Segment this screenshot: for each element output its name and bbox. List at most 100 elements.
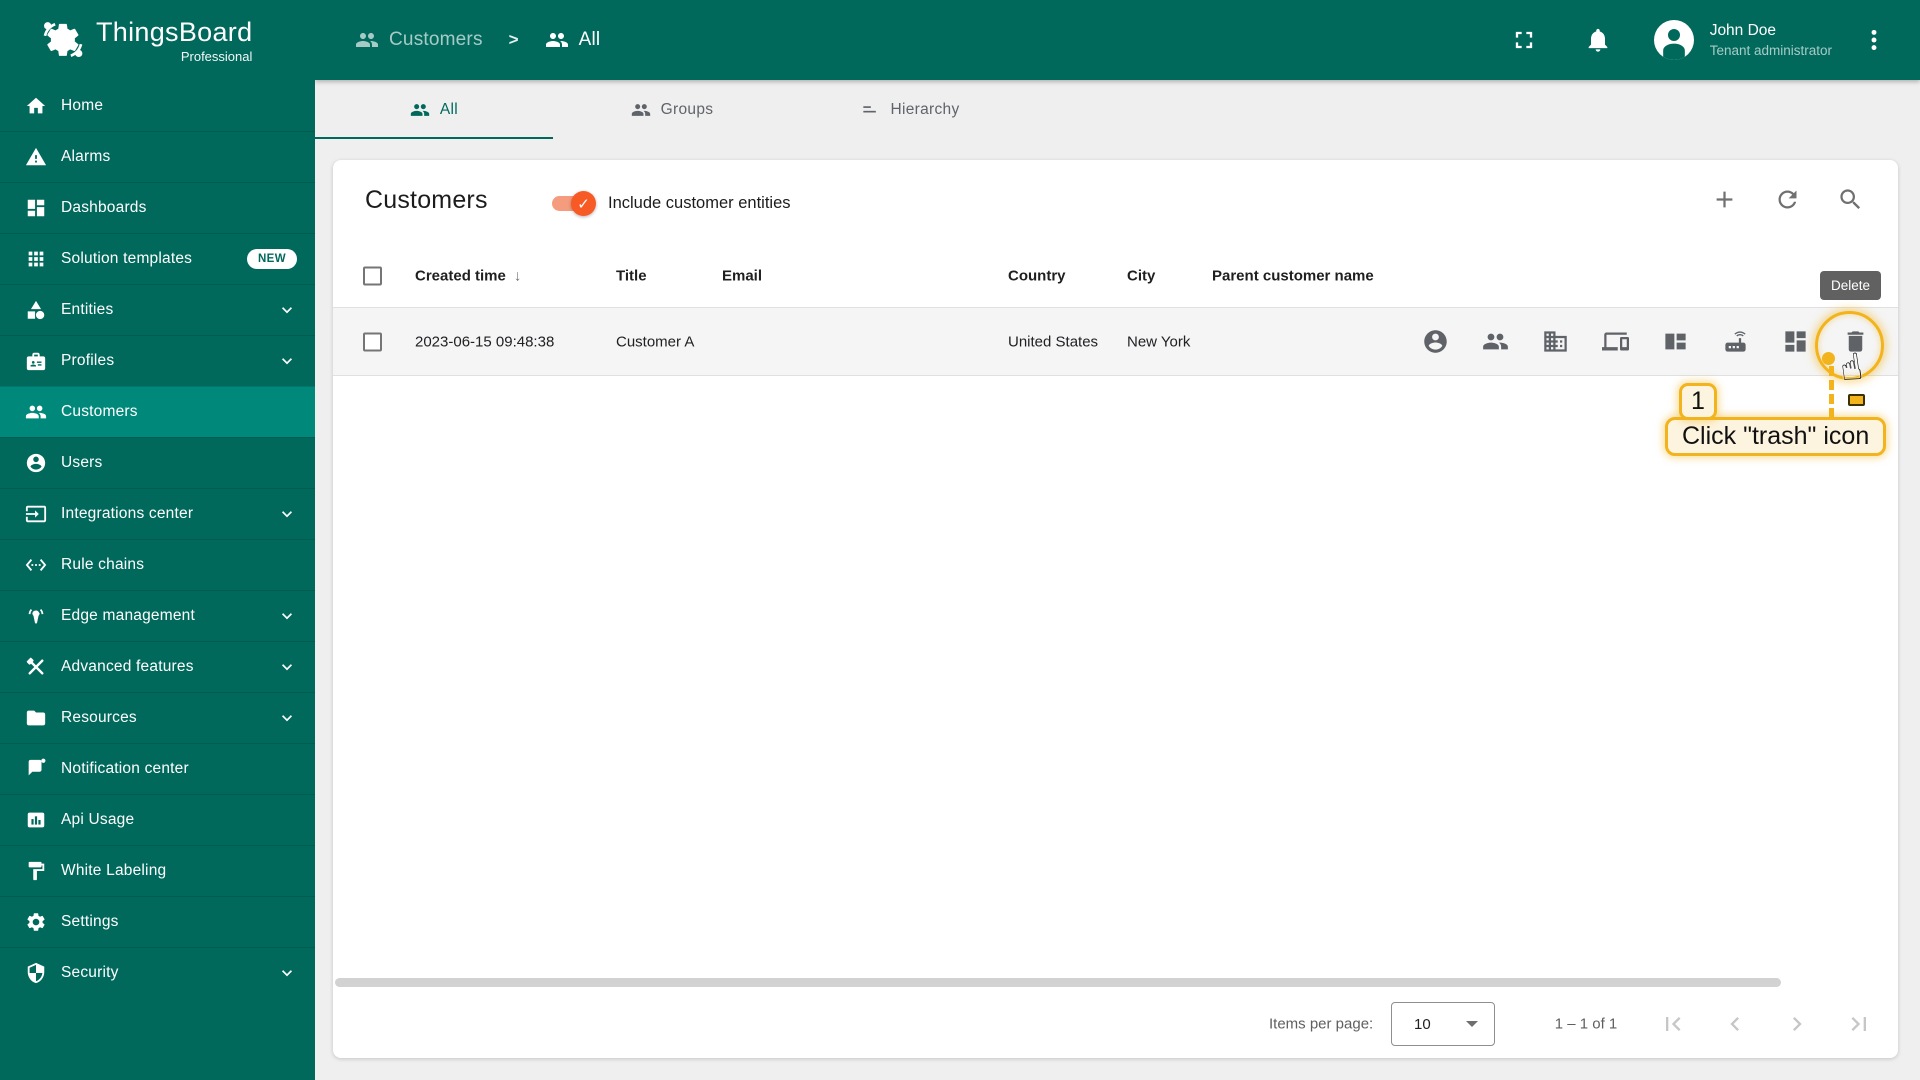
chevron-down-icon (277, 606, 297, 626)
row-checkbox[interactable] (363, 332, 382, 351)
manage-devices-button[interactable] (1602, 328, 1629, 355)
tab-groups[interactable]: Groups (553, 80, 791, 139)
folder-icon (25, 707, 47, 729)
chevron-down-icon (277, 657, 297, 677)
sidebar-item-rule-chains[interactable]: Rule chains (0, 539, 315, 590)
user-avatar[interactable] (1653, 20, 1694, 60)
people-icon (631, 100, 651, 120)
sidebar-item-white-labeling[interactable]: White Labeling (0, 845, 315, 896)
user-name: John Doe (1709, 22, 1777, 39)
thingsboard-logo-icon (40, 17, 86, 63)
mouse-cursor: ☝ (1837, 345, 1865, 406)
sidebar-item-api-usage[interactable]: Api Usage (0, 794, 315, 845)
manage-dashboards-button[interactable] (1782, 328, 1809, 355)
user-info[interactable]: John Doe Tenant administrator (1710, 22, 1832, 58)
sidebar-item-integrations-center[interactable]: Integrations center (0, 488, 315, 539)
breadcrumb-all[interactable]: All (545, 28, 601, 52)
chevron-down-icon (277, 300, 297, 320)
sidebar-item-notification-center[interactable]: Notification center (0, 743, 315, 794)
items-per-page-label: Items per page: (1269, 1015, 1374, 1033)
fullscreen-button[interactable] (1510, 26, 1538, 54)
app-logo[interactable]: ThingsBoard Professional (0, 0, 315, 80)
column-header-created-time[interactable]: Created time ↓ (415, 266, 605, 287)
breadcrumb: Customers > All (315, 28, 1510, 52)
annotation-step-number: 1 (1679, 383, 1717, 420)
router-icon (1725, 331, 1746, 352)
notification-bubble-icon (25, 758, 47, 780)
select-all-checkbox[interactable] (363, 266, 382, 286)
fullscreen-icon (1515, 31, 1532, 49)
more-menu-button[interactable] (1860, 26, 1888, 54)
chevron-down-icon (277, 351, 297, 371)
customers-people-icon (355, 28, 379, 52)
sidebar-item-security[interactable]: Security (0, 947, 315, 998)
column-header-title[interactable]: Title (616, 266, 708, 287)
manage-customer-users-button[interactable] (1422, 328, 1449, 355)
user-role: Tenant administrator (1709, 43, 1832, 58)
toggle-label: Include customer entities (608, 194, 791, 212)
horizontal-scrollbar[interactable] (335, 978, 1781, 987)
select-caret-icon (1466, 1021, 1478, 1027)
manage-edge-instances-button[interactable] (1722, 328, 1749, 355)
notifications-button[interactable] (1584, 26, 1612, 54)
column-header-email[interactable]: Email (722, 266, 972, 287)
sidebar-item-advanced-features[interactable]: Advanced features (0, 641, 315, 692)
last-page-icon (1851, 1017, 1866, 1031)
hierarchy-lines-icon (860, 100, 880, 120)
sort-desc-arrow-icon[interactable]: ↓ (514, 268, 522, 285)
sidebar: ThingsBoard Professional Home Alarms Das… (0, 0, 315, 1080)
entities-shapes-icon (25, 299, 47, 321)
view-quilt-icon (1665, 333, 1686, 350)
include-customer-entities-toggle[interactable]: ✓ Include customer entities (552, 191, 791, 216)
building-icon (1544, 331, 1567, 352)
page-title: Customers (365, 186, 488, 214)
breadcrumb-customers[interactable]: Customers (355, 28, 483, 52)
sidebar-item-users[interactable]: Users (0, 437, 315, 488)
sidebar-item-entities[interactable]: Entities (0, 284, 315, 335)
paint-roller-icon (25, 860, 47, 882)
edge-antenna-icon (25, 605, 47, 627)
manage-assets-button[interactable] (1542, 328, 1569, 355)
add-customer-button[interactable] (1711, 186, 1738, 213)
sidebar-item-settings[interactable]: Settings (0, 896, 315, 947)
refresh-button[interactable] (1774, 186, 1801, 213)
bell-icon (1588, 28, 1608, 52)
first-page-button[interactable] (1659, 1010, 1687, 1038)
tab-hierarchy[interactable]: Hierarchy (791, 80, 1029, 139)
tab-all[interactable]: All (315, 80, 553, 139)
home-icon (25, 95, 47, 117)
table-row-customer-a[interactable]: 2023-06-15 09:48:38 Customer A United St… (333, 308, 1898, 376)
more-vert-icon (1871, 29, 1877, 51)
sidebar-item-profiles[interactable]: Profiles (0, 335, 315, 386)
customers-table-card: Customers ✓ Include customer entities Cr… (333, 160, 1898, 1058)
chevron-down-icon (277, 963, 297, 983)
items-per-page-select[interactable]: 10 (1391, 1002, 1495, 1046)
annotation-anchor-dot (1822, 352, 1835, 365)
sidebar-item-edge-management[interactable]: Edge management (0, 590, 315, 641)
column-header-city[interactable]: City (1127, 266, 1197, 287)
sidebar-item-alarms[interactable]: Alarms (0, 131, 315, 182)
manage-customers-button[interactable] (1482, 328, 1509, 355)
sidebar-item-resources[interactable]: Resources (0, 692, 315, 743)
toggle-thumb-check-icon: ✓ (571, 191, 596, 216)
column-header-parent-customer-name[interactable]: Parent customer name (1212, 266, 1482, 287)
manage-entity-views-button[interactable] (1662, 328, 1689, 355)
integrations-icon (25, 503, 47, 525)
sidebar-item-home[interactable]: Home (0, 80, 315, 131)
gear-icon (25, 911, 47, 933)
tab-bar: All Groups Hierarchy (315, 80, 1920, 139)
sidebar-item-customers[interactable]: Customers (0, 386, 315, 437)
shield-icon (25, 962, 47, 984)
next-page-button[interactable] (1783, 1010, 1811, 1038)
annotation-label: Click "trash" icon (1665, 417, 1887, 456)
sidebar-item-solution-templates[interactable]: Solution templates NEW (0, 233, 315, 284)
cell-city: New York (1127, 333, 1191, 350)
column-header-country[interactable]: Country (1008, 266, 1103, 287)
user-circle-icon (1424, 330, 1447, 353)
apps-grid-icon (25, 248, 47, 270)
cell-created-time: 2023-06-15 09:48:38 (415, 333, 555, 350)
search-button[interactable] (1837, 186, 1864, 213)
sidebar-item-dashboards[interactable]: Dashboards (0, 182, 315, 233)
last-page-button[interactable] (1845, 1010, 1873, 1038)
previous-page-button[interactable] (1721, 1010, 1749, 1038)
